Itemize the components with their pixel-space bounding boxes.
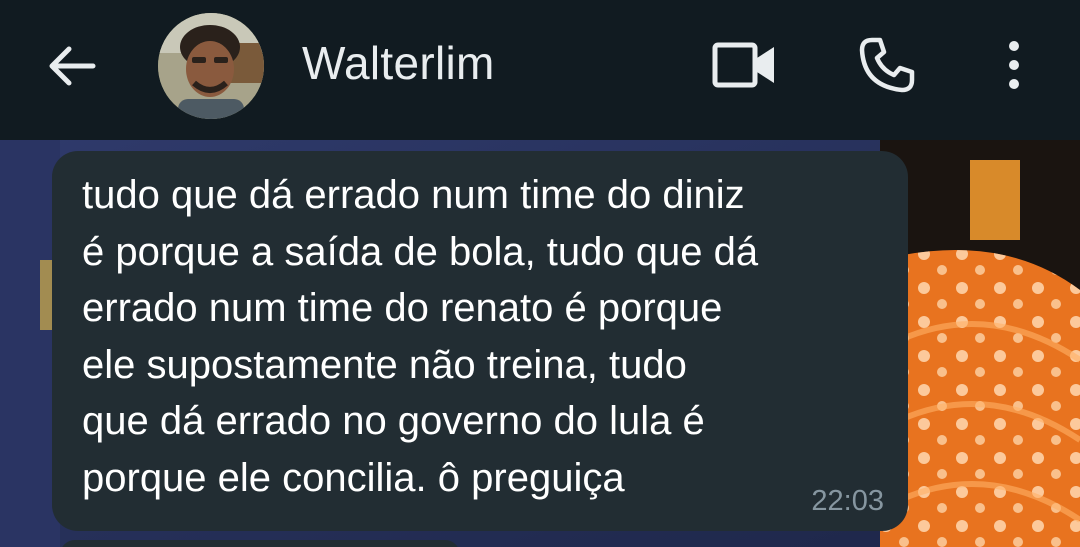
contact-name[interactable]: Walterlim (302, 36, 495, 90)
voice-call-button[interactable] (852, 32, 922, 98)
avatar[interactable] (158, 13, 264, 119)
video-call-icon (712, 42, 774, 88)
avatar-photo (158, 13, 264, 119)
phone-icon (859, 37, 915, 93)
more-options-button[interactable] (990, 32, 1038, 98)
more-vertical-icon (1009, 41, 1019, 89)
next-message-bubble[interactable] (60, 540, 460, 547)
message-timestamp: 22:03 (811, 485, 884, 517)
message-text: tudo que dá errado num time do diniz é p… (82, 173, 759, 500)
chat-header: Walterlim (0, 0, 1080, 140)
chat-screen: Walterlim tudo que dá errado num time do… (0, 0, 1080, 547)
video-call-button[interactable] (708, 32, 782, 98)
back-button[interactable] (42, 36, 102, 96)
message-bubble[interactable]: tudo que dá errado num time do diniz é p… (52, 151, 908, 531)
arrow-left-icon (49, 46, 96, 86)
